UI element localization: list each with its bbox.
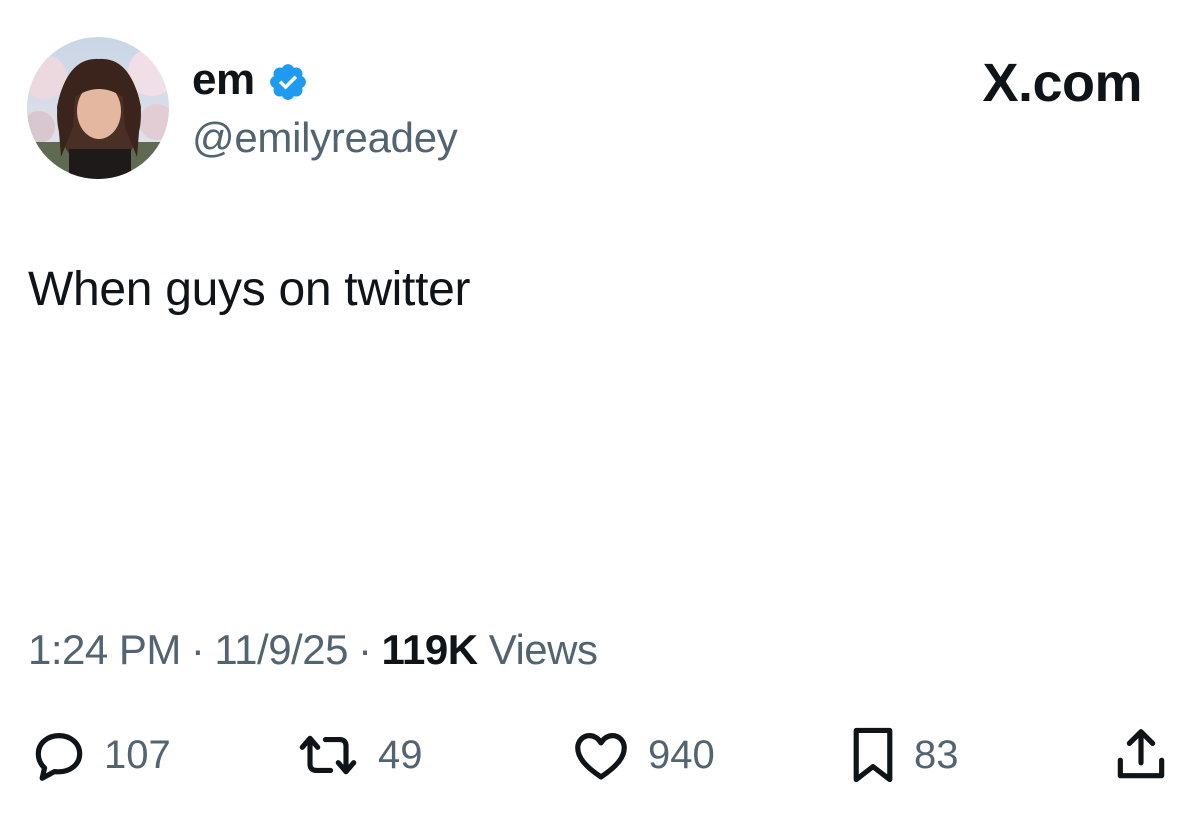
action-bar: 107 49 940 83 — [0, 720, 1200, 790]
repost-count: 49 — [378, 732, 423, 777]
author-name-row[interactable]: em — [192, 52, 309, 108]
author-handle[interactable]: @emilyreadey — [192, 114, 458, 162]
repost-arrows-icon — [292, 724, 364, 786]
like-count: 940 — [648, 732, 715, 777]
meta-separator: · — [190, 626, 205, 673]
tweet-date[interactable]: 11/9/25 — [214, 626, 348, 673]
bookmark-icon — [846, 724, 900, 786]
tweet-text: When guys on twitter — [28, 263, 471, 316]
reply-button[interactable]: 107 — [28, 720, 171, 790]
reply-bubble-icon — [28, 724, 90, 786]
heart-icon — [568, 724, 634, 786]
views-label: Views — [488, 626, 598, 673]
avatar-photo — [27, 37, 169, 179]
brand-logo: X.com — [982, 53, 1142, 113]
tweet-meta: 1:24 PM · 11/9/25 · 119K Views — [28, 626, 598, 674]
bookmark-button[interactable]: 83 — [846, 720, 959, 790]
bookmark-count: 83 — [914, 732, 959, 777]
repost-button[interactable]: 49 — [292, 720, 423, 790]
author-display-name[interactable]: em — [192, 55, 255, 105]
share-upload-icon — [1110, 724, 1172, 786]
like-button[interactable]: 940 — [568, 720, 715, 790]
share-button[interactable] — [1110, 720, 1172, 790]
meta-separator: · — [357, 626, 372, 673]
views-count: 119K — [381, 626, 478, 673]
reply-count: 107 — [104, 732, 171, 777]
verified-badge-icon — [267, 61, 309, 103]
avatar[interactable] — [27, 37, 169, 179]
tweet-time[interactable]: 1:24 PM — [28, 626, 181, 673]
